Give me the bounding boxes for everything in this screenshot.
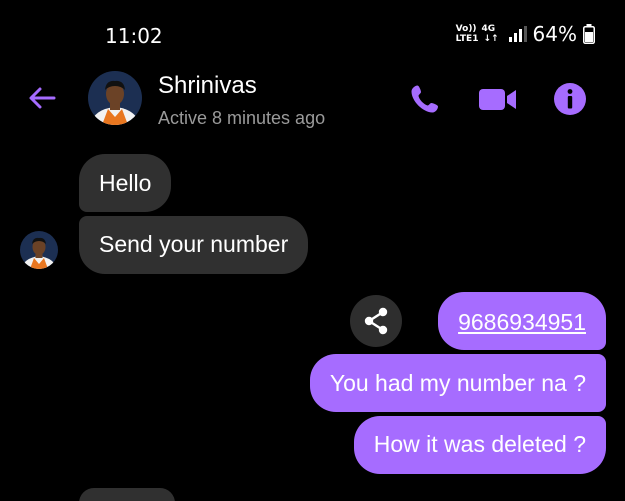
message-bubble-outgoing[interactable]: How it was deleted ? — [353, 416, 606, 474]
network-type-label: 4G — [481, 24, 496, 34]
message-bubble-incoming[interactable]: Hello — [79, 154, 172, 212]
status-time: 11:02 — [105, 24, 163, 48]
info-icon[interactable] — [553, 82, 587, 116]
status-indicators: Vo)) 4G LTE1 ↓↑ 64% — [456, 22, 595, 46]
share-icon — [364, 307, 388, 335]
status-bar: 11:02 Vo)) 4G LTE1 ↓↑ 64% — [0, 0, 625, 70]
battery-icon — [583, 24, 595, 44]
signal-strength-icon — [508, 26, 527, 42]
volte-label: Vo)) — [455, 24, 477, 34]
lte-label: LTE1 — [455, 34, 479, 44]
sender-avatar[interactable] — [20, 231, 58, 269]
contact-avatar[interactable] — [88, 71, 142, 125]
message-bubble-partial — [79, 488, 175, 501]
message-bubble-incoming[interactable]: Send your number — [79, 216, 309, 274]
data-activity-label: ↓↑ — [483, 34, 499, 44]
network-indicator: Vo)) 4G LTE1 ↓↑ — [456, 24, 499, 44]
phone-icon[interactable] — [408, 82, 442, 116]
contact-name[interactable]: Shrinivas — [158, 72, 257, 100]
battery-percentage: 64% — [532, 22, 577, 46]
message-bubble-outgoing-phone-link[interactable]: 9686934951 — [438, 292, 606, 350]
back-arrow-icon[interactable] — [26, 82, 58, 114]
video-camera-icon[interactable] — [478, 82, 518, 116]
contact-active-status: Active 8 minutes ago — [158, 108, 326, 128]
message-bubble-outgoing[interactable]: You had my number na ? — [309, 354, 606, 412]
share-button[interactable] — [350, 295, 402, 347]
conversation-header: Shrinivas Active 8 minutes ago — [0, 68, 625, 130]
